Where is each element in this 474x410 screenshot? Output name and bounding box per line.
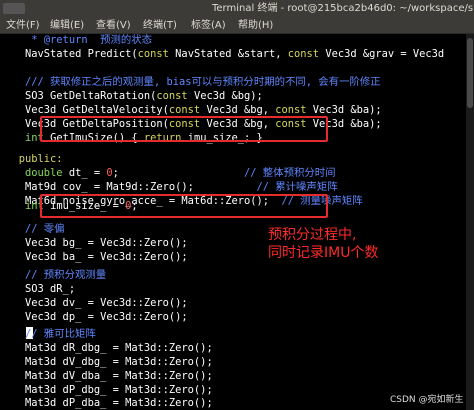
- code-line: SO3 GetDeltaRotation(const Vec3d &bg);: [0, 90, 263, 102]
- scrollbar[interactable]: [466, 34, 474, 410]
- code-line: Mat3d dV_dbg_ = Mat3d::Zero();: [0, 356, 213, 368]
- code-line: /// 获取修正之后的观测量, bias可以与预积分时期的不同, 会有一阶修正: [0, 76, 381, 88]
- highlight-box-imusize-member: [40, 194, 328, 218]
- menu-view[interactable]: 查看(V): [96, 17, 131, 34]
- code-line: * @return 预测的状态: [0, 34, 153, 46]
- code-line: NavStated Predict(const NavStated &start…: [0, 48, 445, 60]
- title-bar: Terminal 终端 - root@215bca2b46d0: ~/works…: [0, 0, 474, 17]
- menu-tabs[interactable]: 标签(A): [191, 17, 226, 34]
- code-line: // 零偏: [0, 223, 65, 235]
- annotation-note-line1: 预积分过程中,: [268, 227, 357, 243]
- code-line: // 预积分观测量: [0, 269, 107, 281]
- menu-edit[interactable]: 编辑(E): [50, 17, 84, 34]
- code-line: Vec3d ba_ = Vec3d::Zero();: [0, 251, 188, 263]
- scrollbar-thumb[interactable]: [467, 38, 473, 108]
- menu-file[interactable]: 文件(F): [6, 17, 40, 34]
- code-line: public:: [0, 153, 63, 165]
- highlight-box-getimusize: [40, 116, 328, 142]
- code-line: Vec3d bg_ = Vec3d::Zero();: [0, 237, 188, 249]
- code-line: double dt_ = 0; // 整体预积分时间: [25, 167, 336, 179]
- code-line: Vec3d dp_ = Vec3d::Zero();: [0, 311, 188, 323]
- code-line: Mat9d cov_ = Mat9d::Zero(); // 累计噪声矩阵: [0, 181, 338, 193]
- code-line: Vec3d GetDeltaVelocity(const Vec3d &bg, …: [0, 104, 382, 116]
- code-line: Mat3d dP_dbg_ = Mat3d::Zero();: [0, 384, 213, 396]
- code-line: Vec3d dv_ = Vec3d::Zero();: [0, 297, 188, 309]
- code-line: SO3 dR_;: [0, 283, 76, 295]
- window-title: Terminal 终端 - root@215bca2b46d0: ~/works…: [212, 3, 474, 14]
- code-line: Mat3d dV_dba_ = Mat3d::Zero();: [0, 370, 213, 382]
- terminal-app-icon[interactable]: [3, 3, 25, 14]
- menu-bar: 文件(F) 编辑(E) 查看(V) 终端(T) 标签(A) 帮助(H): [0, 17, 474, 34]
- menu-terminal[interactable]: 终端(T): [143, 17, 177, 34]
- code-line: Mat3d dR_dbg_ = Mat3d::Zero();: [0, 342, 213, 354]
- menu-help[interactable]: 帮助(H): [238, 17, 273, 34]
- annotation-note-line2: 同时记录IMU个数: [268, 245, 379, 261]
- code-line: Mat3d dP_dba_ = Mat3d::Zero();: [0, 397, 213, 409]
- code-line: // 雅可比矩阵: [0, 328, 96, 340]
- watermark: CSDN @宛如新生: [390, 395, 464, 405]
